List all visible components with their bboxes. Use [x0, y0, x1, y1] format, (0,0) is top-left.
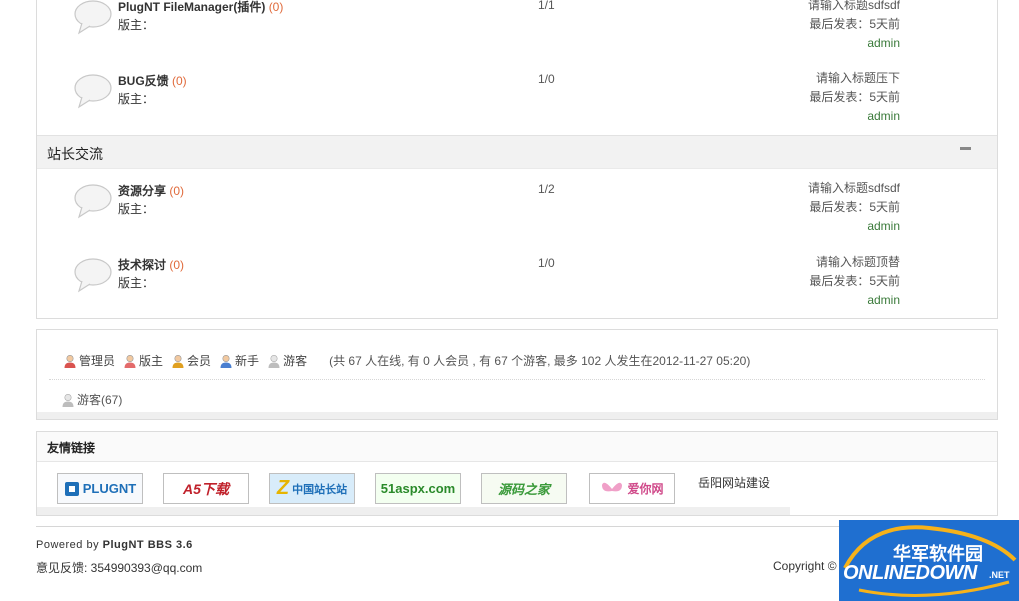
last-post-user-link[interactable]: admin — [808, 34, 900, 53]
last-post-title-link[interactable]: 请输入标题sdfsdf — [808, 179, 900, 198]
forum-bubble-icon — [74, 258, 112, 293]
guest-user-icon — [268, 354, 280, 368]
panel-footer-bar — [37, 507, 790, 515]
forum-bubble-icon — [74, 0, 112, 35]
member-user-icon — [172, 354, 184, 368]
watermark-net-text: .NET — [989, 570, 1010, 580]
link-logo-a5[interactable]: A5下载 — [163, 473, 249, 504]
onlinedown-watermark: 华军软件园 ONLINEDOWN .NET — [839, 520, 1019, 601]
forum-new-count: (0) — [268, 0, 284, 14]
legend-item-moderator: 版主 — [123, 352, 163, 369]
watermark-en-text: ONLINEDOWN — [843, 562, 977, 584]
online-users-panel: 管理员 版主 会员 新手 游客 (共 67 人在线, 有 0 人会员 , 有 6… — [36, 329, 998, 420]
forum-bubble-icon — [74, 74, 112, 109]
forum-stat: 1/0 — [538, 256, 555, 270]
last-post-title-link[interactable]: 请输入标题压下 — [809, 69, 900, 88]
online-stats: (共 67 人在线, 有 0 人会员 , 有 67 个游客, 最多 102 人发… — [329, 354, 751, 368]
forum-stat: 1/2 — [538, 182, 555, 196]
z-logo-icon: Z — [276, 477, 290, 499]
forum-row: PlugNT FileManager(插件) (0) 版主： 1/1 请输入标题… — [37, 0, 997, 71]
online-guest-item[interactable]: 游客(67) — [61, 391, 122, 408]
link-logo-mycodes[interactable]: 源码之家 — [481, 473, 567, 504]
forum-title-link[interactable]: 资源分享 (0) — [118, 182, 184, 199]
last-post-user-link[interactable]: admin — [809, 107, 900, 126]
last-post-time: 最后发表：5天前 — [809, 90, 900, 104]
forum-list-panel: PlugNT FileManager(插件) (0) 版主： 1/1 请输入标题… — [36, 0, 998, 319]
last-post-time: 最后发表：5天前 — [809, 17, 900, 31]
forum-bubble-icon — [74, 184, 112, 219]
forum-moderator: 版主： — [118, 18, 155, 32]
link-text-yueyang[interactable]: 岳阳网站建设 — [698, 474, 770, 491]
forum-new-count: (0) — [169, 184, 185, 198]
powered-brand-link[interactable]: PlugNT BBS 3.6 — [103, 539, 193, 551]
forum-moderator: 版主： — [118, 276, 155, 290]
divider — [49, 379, 985, 380]
legend-item-admin: 管理员 — [63, 352, 115, 369]
links-title: 友情链接 — [47, 441, 96, 455]
forum-last-post: 请输入标题压下 最后发表：5天前 admin — [809, 69, 900, 126]
forum-new-count: (0) — [169, 258, 185, 272]
forum-moderator: 版主： — [118, 92, 155, 106]
powered-by: Powered by PlugNT BBS 3.6 — [36, 539, 193, 551]
forum-last-post: 请输入标题sdfsdf 最后发表：5天前 admin — [808, 0, 900, 53]
friend-links-panel: 友情链接 PLUGNT A5下载 Z 中国站长站 51aspx.com 源码之家… — [36, 431, 998, 516]
last-post-time: 最后发表：5天前 — [809, 274, 900, 288]
forum-last-post: 请输入标题sdfsdf 最后发表：5天前 admin — [808, 179, 900, 236]
link-logo-51aspx[interactable]: 51aspx.com — [375, 473, 461, 504]
forum-new-count: (0) — [172, 74, 187, 88]
guest-user-icon — [62, 393, 74, 407]
last-post-title-link[interactable]: 请输入标题sdfsdf — [808, 0, 900, 15]
link-logo-20wang[interactable]: 爱你网 — [589, 473, 675, 504]
forum-row: 资源分享 (0) 版主： 1/2 请输入标题sdfsdf 最后发表：5天前 ad… — [37, 181, 997, 255]
forum-title-link[interactable]: 技术探讨 (0) — [118, 256, 184, 273]
user-legend: 管理员 版主 会员 新手 游客 (共 67 人在线, 有 0 人会员 , 有 6… — [63, 352, 750, 369]
forum-last-post: 请输入标题顶替 最后发表：5天前 admin — [809, 253, 900, 310]
panel-footer-bar — [37, 412, 997, 419]
forum-row: 技术探讨 (0) 版主： 1/0 请输入标题顶替 最后发表：5天前 admin — [37, 255, 997, 329]
forum-stat: 1/0 — [538, 72, 555, 86]
legend-item-guest: 游客 — [267, 352, 307, 369]
butterfly-logo-icon — [602, 482, 623, 491]
legend-item-newbie: 新手 — [219, 352, 259, 369]
feedback-contact: 意见反馈: 354990393@qq.com — [36, 561, 203, 575]
forum-title-link[interactable]: PlugNT FileManager(插件) (0) — [118, 0, 283, 15]
section-header: 站长交流 — [37, 135, 997, 169]
moderator-user-icon — [124, 354, 136, 368]
plugnt-logo-icon — [64, 481, 79, 496]
collapse-icon[interactable] — [960, 147, 971, 150]
copyright: Copyright © — [773, 559, 837, 573]
last-post-user-link[interactable]: admin — [809, 291, 900, 310]
legend-item-member: 会员 — [171, 352, 211, 369]
newbie-user-icon — [220, 354, 232, 368]
forum-moderator: 版主： — [118, 202, 155, 216]
admin-user-icon — [64, 354, 76, 368]
link-logo-plugnt[interactable]: PLUGNT — [57, 473, 143, 504]
last-post-title-link[interactable]: 请输入标题顶替 — [809, 253, 900, 272]
last-post-user-link[interactable]: admin — [808, 217, 900, 236]
section-title: 站长交流 — [47, 147, 103, 163]
last-post-time: 最后发表：5天前 — [809, 200, 900, 214]
link-logo-chinaz[interactable]: Z 中国站长站 — [269, 473, 355, 504]
forum-title-link[interactable]: BUG反馈 (0) — [118, 72, 187, 89]
links-header: 友情链接 — [37, 432, 997, 462]
forum-stat: 1/1 — [538, 0, 555, 12]
